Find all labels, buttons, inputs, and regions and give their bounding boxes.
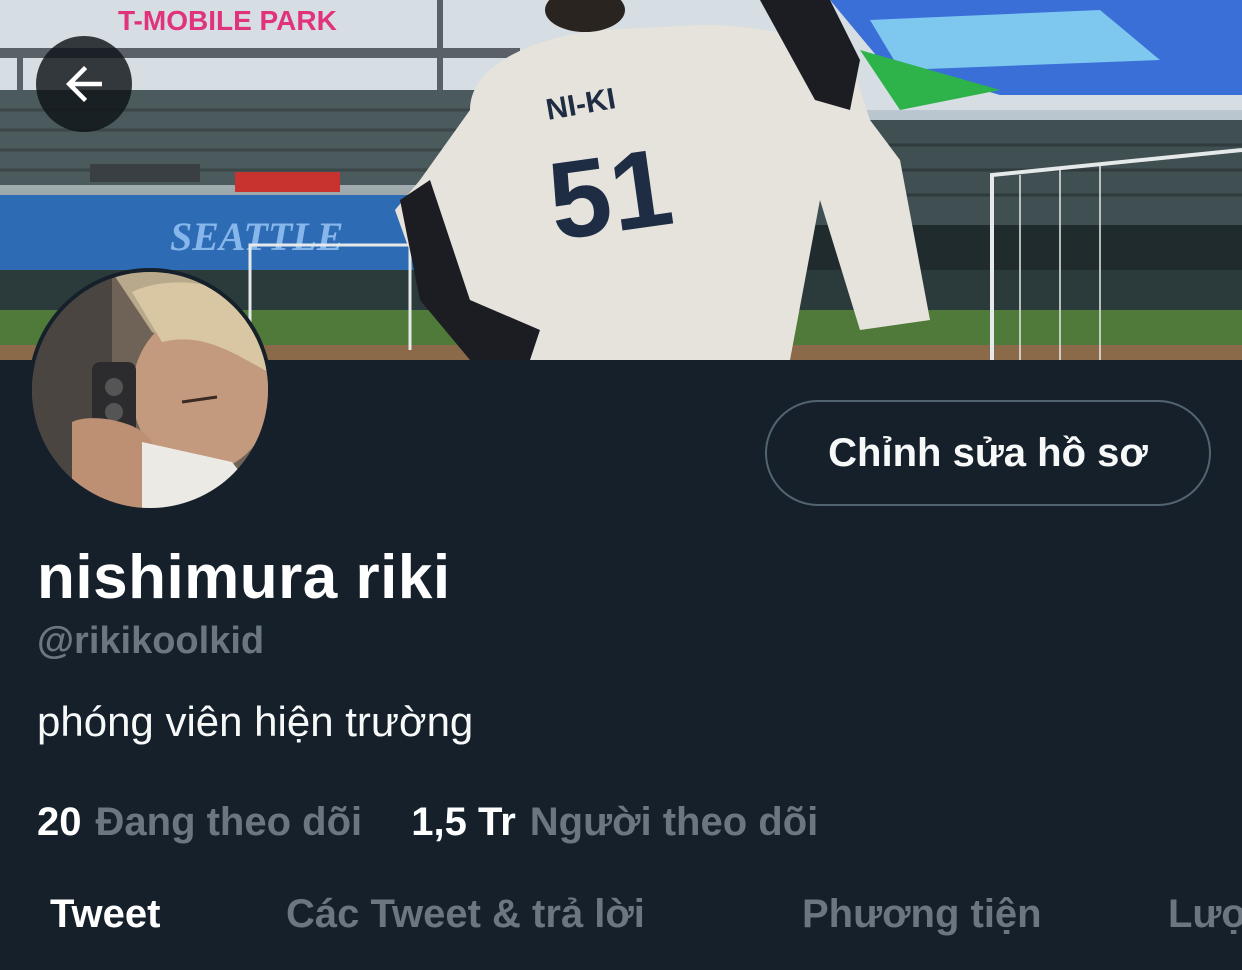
- profile-bio: phóng viên hiện trường: [37, 698, 474, 745]
- back-button[interactable]: [36, 36, 132, 132]
- edit-profile-button[interactable]: Chỉnh sửa hồ sơ: [765, 400, 1211, 506]
- tab-media[interactable]: Phương tiện: [802, 892, 1042, 937]
- profile-tabs: Tweet Các Tweet & trả lời Phương tiện Lư…: [0, 880, 1242, 970]
- stadium-sign-text: T-MOBILE PARK: [118, 5, 337, 36]
- followers-count: 1,5 Tr: [411, 800, 516, 844]
- arrow-left-icon: [66, 66, 102, 102]
- tab-likes[interactable]: Lượt thích: [1168, 892, 1242, 937]
- profile-handle: @rikikoolkid: [37, 620, 265, 662]
- profile-stats: 20 Đang theo dõi 1,5 Tr Người theo dõi: [37, 800, 856, 845]
- followers-stat[interactable]: 1,5 Tr Người theo dõi: [411, 800, 818, 845]
- profile-name: nishimura riki: [37, 543, 451, 612]
- wall-sign-text: SEATTLE: [170, 214, 343, 259]
- following-count: 20: [37, 800, 82, 844]
- followers-label: Người theo dõi: [529, 800, 819, 844]
- following-stat[interactable]: 20 Đang theo dõi: [37, 800, 362, 845]
- tab-tweets-replies[interactable]: Các Tweet & trả lời: [286, 892, 645, 937]
- avatar-image: [32, 272, 268, 508]
- tab-tweets[interactable]: Tweet: [50, 892, 160, 937]
- avatar[interactable]: [28, 268, 272, 512]
- following-label: Đang theo dõi: [95, 800, 363, 844]
- jersey-number-text: 51: [541, 125, 679, 264]
